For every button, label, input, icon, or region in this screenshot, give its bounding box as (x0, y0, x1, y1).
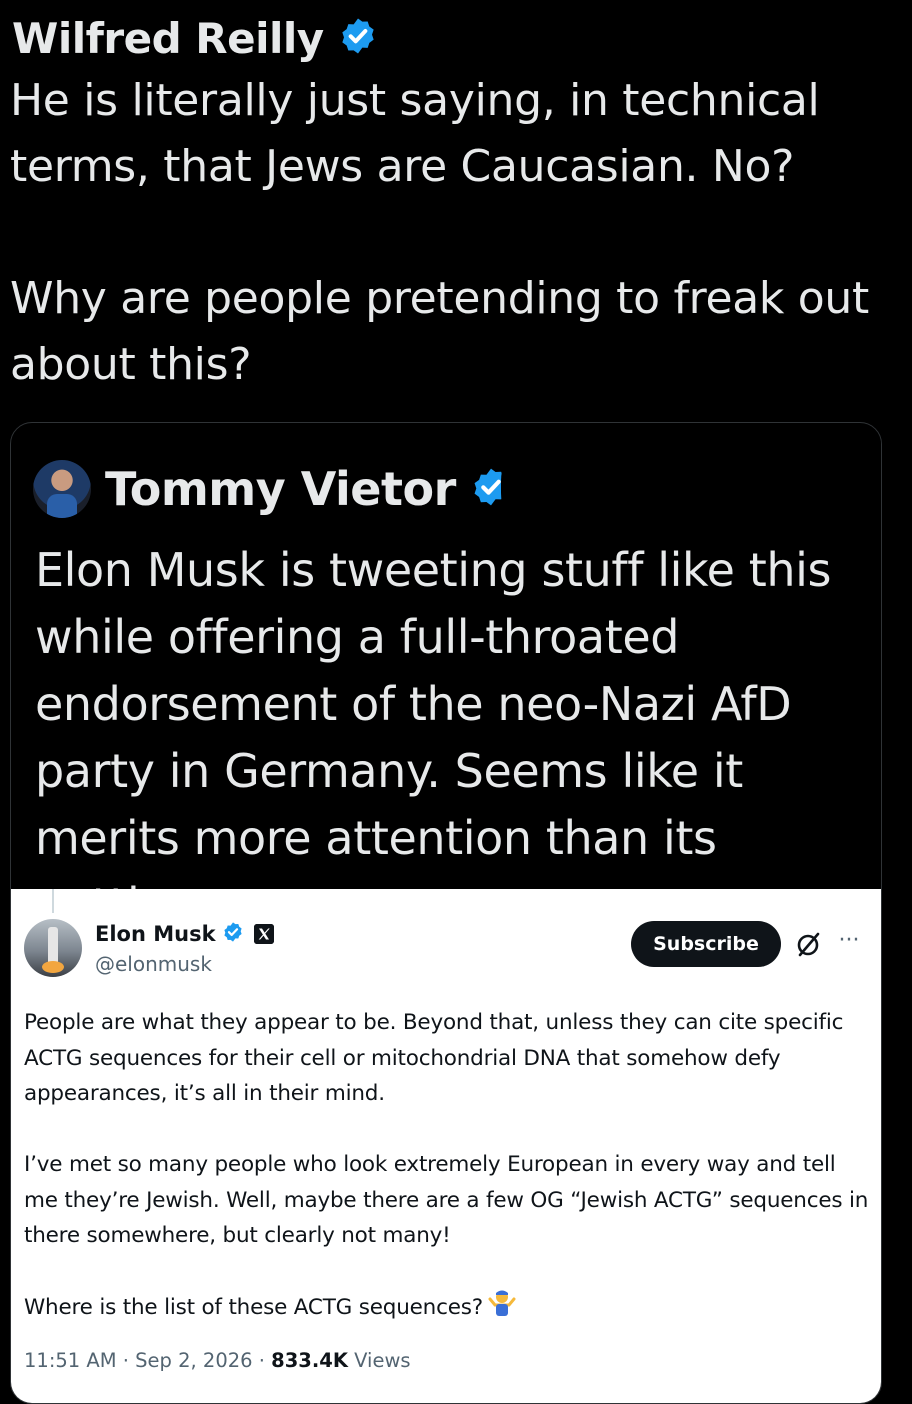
quoted-tweet-text: Elon Musk is tweeting stuff like this wh… (35, 543, 832, 932)
redaction-block (395, 0, 912, 70)
person-shrugging-emoji (487, 1289, 517, 1329)
quoted-author-name[interactable]: Tommy Vietor (105, 462, 456, 516)
views-label: Views (347, 1349, 411, 1372)
outer-tweet-text: He is literally just saying, in technica… (10, 75, 869, 390)
avatar[interactable] (33, 460, 91, 518)
timestamp[interactable]: 11:51 AM · Sep 2, 2026 · (24, 1349, 271, 1372)
embedded-author-row: Elon Musk (95, 921, 274, 947)
avatar[interactable] (24, 919, 82, 977)
verified-badge-icon (222, 921, 244, 947)
paragraph: I’ve met so many people who look extreme… (24, 1152, 869, 1248)
quoted-tweet-card[interactable]: Tommy Vietor Elon Musk is tweeting stuff… (10, 422, 882, 1404)
redaction-block (501, 431, 881, 543)
paragraph: Where is the list of these ACTG sequence… (24, 1295, 483, 1320)
embedded-author-name[interactable]: Elon Musk (95, 922, 216, 946)
author-name[interactable]: Wilfred Reilly (12, 14, 324, 63)
embedded-post-screenshot: Elon Musk @elonmusk Subscribe ··· People… (11, 889, 881, 1403)
post-meta: 11:51 AM · Sep 2, 2026 · 833.4K Views (24, 1349, 411, 1372)
verified-badge-icon (338, 16, 378, 60)
x-logo-icon (253, 924, 274, 944)
grok-icon[interactable] (794, 929, 824, 959)
quoted-tweet-header: Tommy Vietor (33, 459, 512, 519)
more-icon[interactable]: ··· (835, 929, 863, 957)
outer-tweet-header: Wilfred Reilly (12, 8, 378, 68)
thread-line (52, 889, 54, 913)
embedded-post-text: People are what they appear to be. Beyon… (24, 1005, 874, 1329)
views-count: 833.4K (271, 1349, 348, 1372)
subscribe-button[interactable]: Subscribe (631, 921, 781, 967)
paragraph: People are what they appear to be. Beyon… (24, 1010, 844, 1106)
embedded-author-handle[interactable]: @elonmusk (95, 952, 212, 976)
